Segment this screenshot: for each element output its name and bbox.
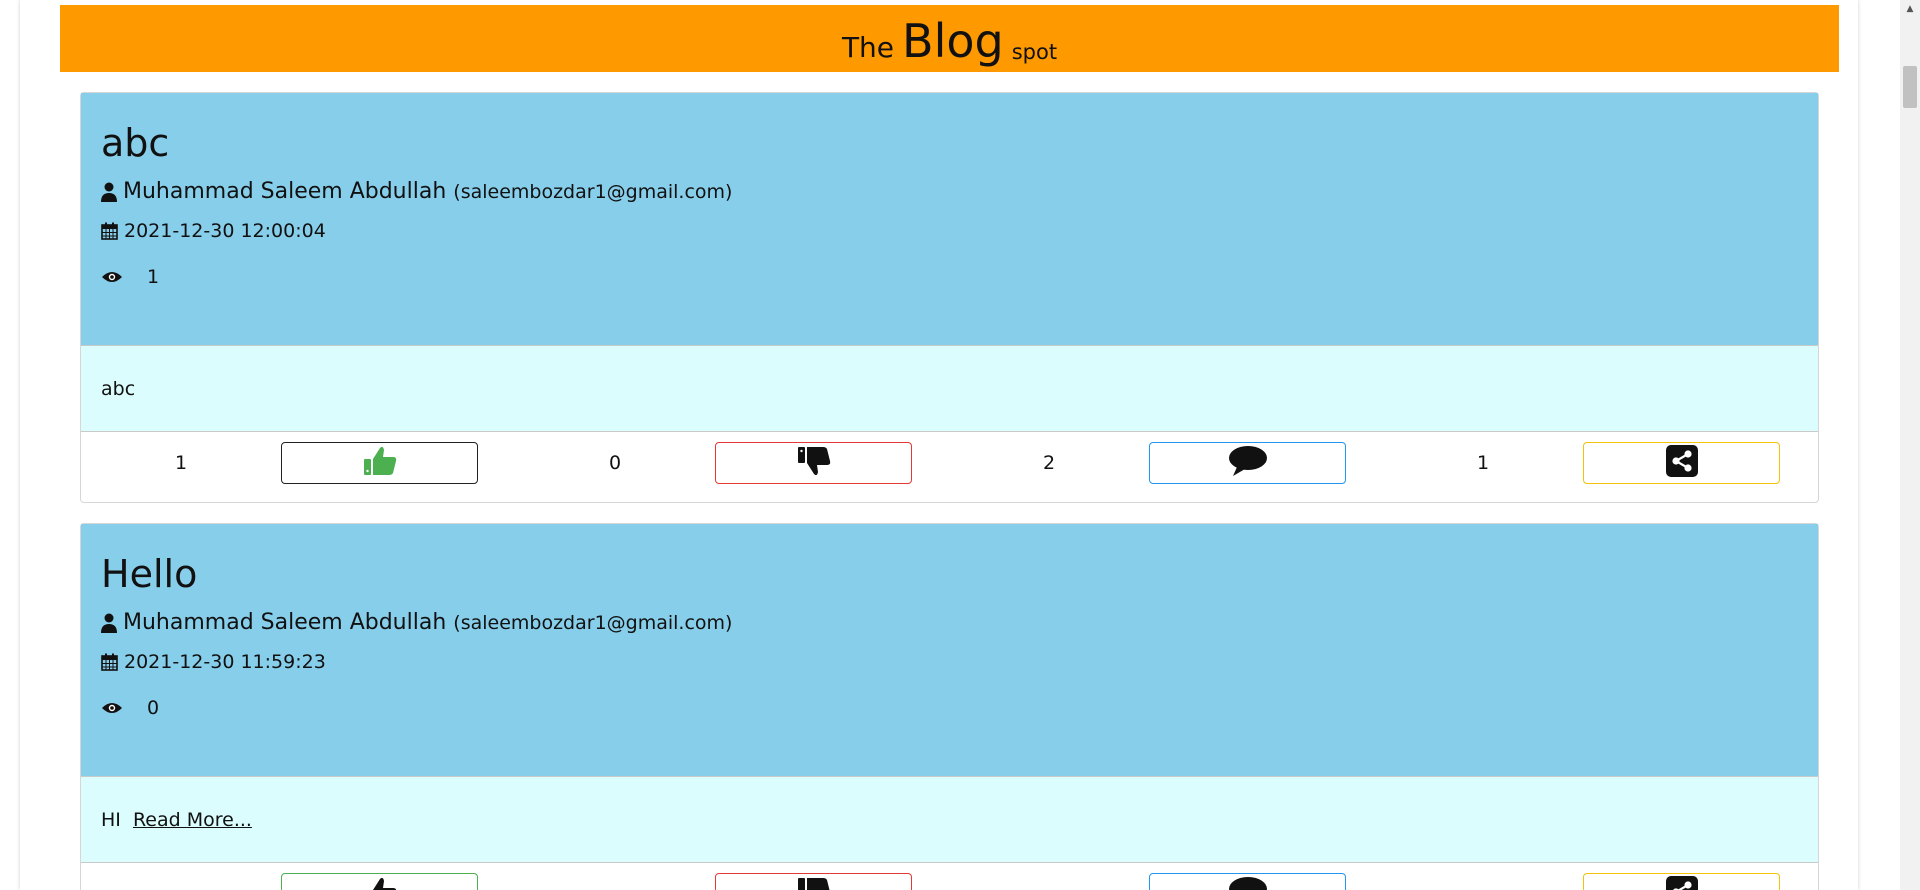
comment-button[interactable] <box>1149 873 1346 890</box>
post-card: abc Muhammad Saleem Abdullah (saleembozd… <box>80 92 1819 503</box>
dislike-group <box>515 873 949 890</box>
comment-count: 2 <box>1042 452 1056 474</box>
comment-button[interactable] <box>1149 442 1346 484</box>
post-author-row: Muhammad Saleem Abdullah (saleembozdar1@… <box>101 179 1798 204</box>
share-button[interactable] <box>1583 442 1780 484</box>
dislike-count: 0 <box>608 452 622 474</box>
post-actions <box>81 863 1818 890</box>
site-banner: The Blog spot <box>60 5 1839 72</box>
share-icon <box>1665 445 1698 481</box>
user-icon <box>101 182 117 202</box>
thumbs-down-icon <box>796 445 832 481</box>
user-icon <box>101 613 117 633</box>
thumbs-up-icon <box>362 445 398 481</box>
share-icon <box>1665 876 1698 890</box>
like-button[interactable] <box>281 442 478 484</box>
eye-icon <box>101 701 123 715</box>
dislike-button[interactable] <box>715 873 912 890</box>
banner-word-blog: Blog <box>902 14 1004 68</box>
post-title[interactable]: Hello <box>101 552 1798 596</box>
share-group: 1 <box>1383 442 1817 484</box>
post-view-count: 1 <box>147 266 160 288</box>
post-content-text: abc <box>101 378 136 400</box>
post-views-row: 1 <box>101 266 1798 288</box>
post-content-text: HI <box>101 809 121 831</box>
post-author-name: Muhammad Saleem Abdullah <box>123 179 447 204</box>
like-button[interactable] <box>281 873 478 890</box>
post-author-row: Muhammad Saleem Abdullah (saleembozdar1@… <box>101 610 1798 635</box>
post-date-row: 2021-12-30 11:59:23 <box>101 651 1798 673</box>
share-button[interactable] <box>1583 873 1780 890</box>
post-date-row: 2021-12-30 12:00:04 <box>101 220 1798 242</box>
like-count: 1 <box>174 452 188 474</box>
post-author-name: Muhammad Saleem Abdullah <box>123 610 447 635</box>
thumbs-up-icon <box>362 876 398 890</box>
dislike-button[interactable] <box>715 442 912 484</box>
calendar-icon <box>101 222 118 240</box>
page-scrollbar[interactable]: ▲ <box>1900 0 1920 890</box>
calendar-icon <box>101 653 118 671</box>
share-group <box>1383 873 1817 890</box>
post-card: Hello Muhammad Saleem Abdullah (saleembo… <box>80 523 1819 890</box>
post-author-email: (saleembozdar1@gmail.com) <box>453 611 733 634</box>
eye-icon <box>101 270 123 284</box>
post-content: HI Read More... <box>81 777 1818 863</box>
comment-group: 2 <box>949 442 1383 484</box>
post-date: 2021-12-30 11:59:23 <box>124 651 326 673</box>
post-actions: 1 0 2 1 <box>81 432 1818 502</box>
post-content: abc <box>81 346 1818 432</box>
comment-group <box>949 873 1383 890</box>
post-view-count: 0 <box>147 697 160 719</box>
like-group <box>81 873 515 890</box>
dislike-group: 0 <box>515 442 949 484</box>
post-header: Hello Muhammad Saleem Abdullah (saleembo… <box>81 524 1818 777</box>
post-views-row: 0 <box>101 697 1798 719</box>
banner-word-spot: spot <box>1011 40 1058 64</box>
read-more-link[interactable]: Read More... <box>133 809 252 831</box>
post-date: 2021-12-30 12:00:04 <box>124 220 326 242</box>
scrollbar-thumb[interactable] <box>1903 66 1917 108</box>
comment-icon <box>1228 876 1268 890</box>
thumbs-down-icon <box>796 876 832 890</box>
banner-word-the: The <box>841 31 895 64</box>
like-group: 1 <box>81 442 515 484</box>
post-header: abc Muhammad Saleem Abdullah (saleembozd… <box>81 93 1818 346</box>
share-count: 1 <box>1476 452 1490 474</box>
post-title[interactable]: abc <box>101 121 1798 165</box>
comment-icon <box>1228 445 1268 481</box>
scroll-up-arrow-icon[interactable]: ▲ <box>1900 0 1920 17</box>
post-author-email: (saleembozdar1@gmail.com) <box>453 180 733 203</box>
